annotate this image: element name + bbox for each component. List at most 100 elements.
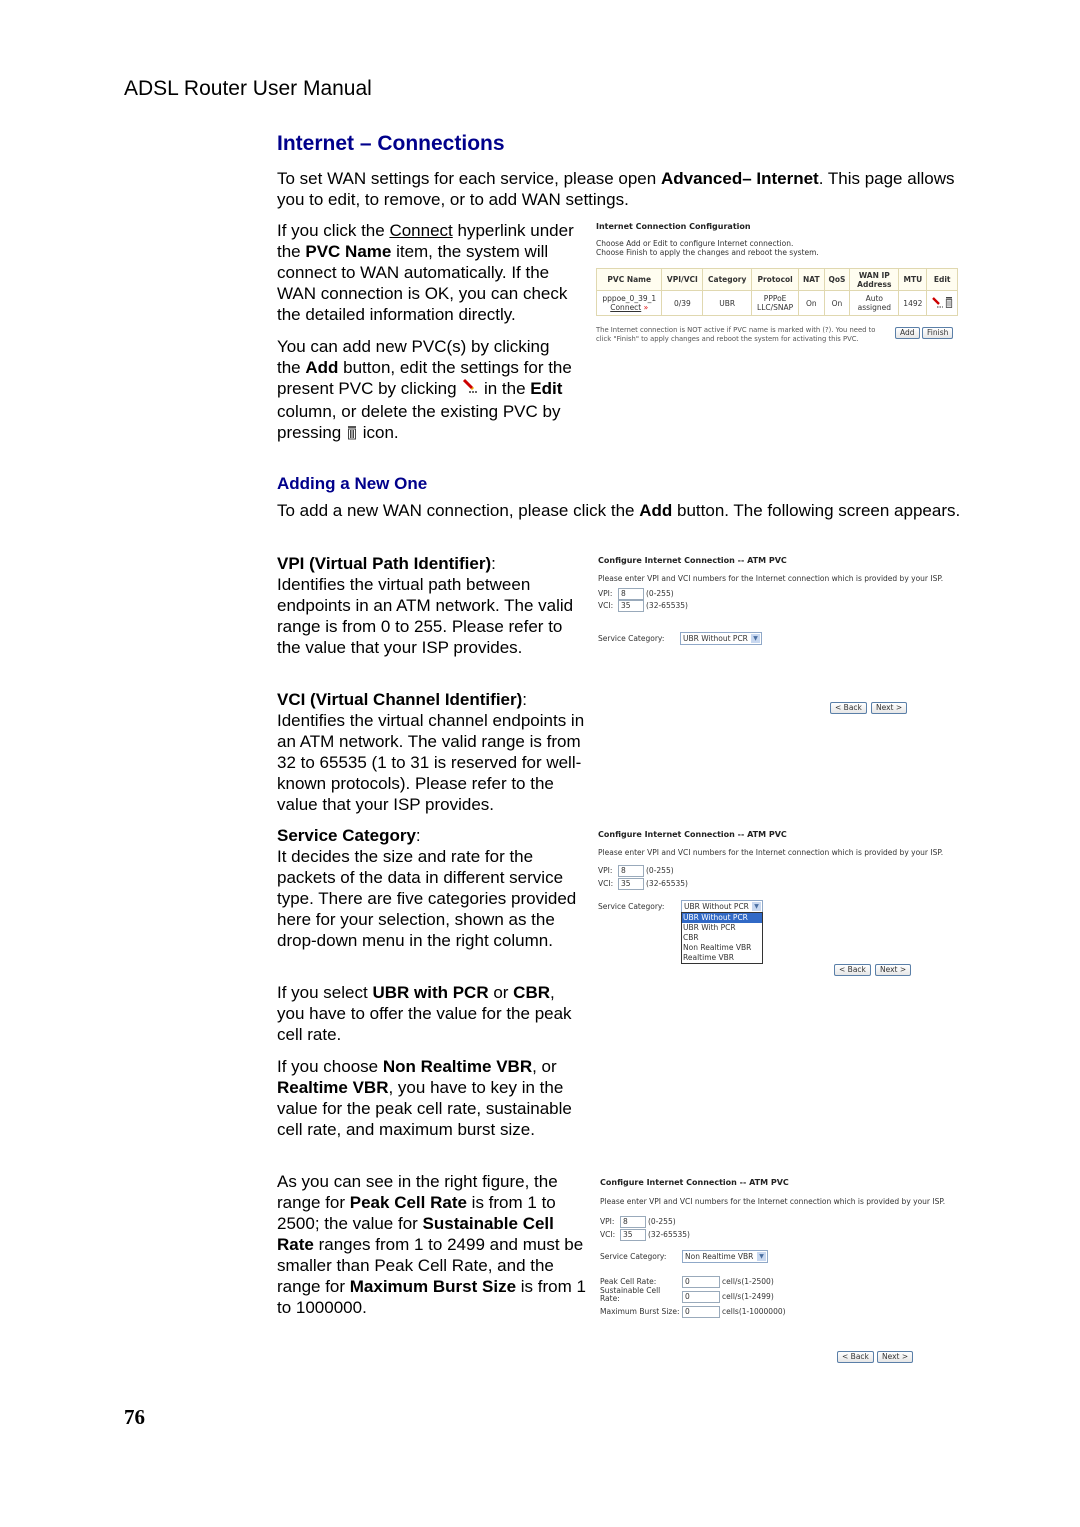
vci-label: VCI: (598, 601, 614, 610)
bold-text: Peak Cell Rate (349, 1193, 467, 1212)
connect-hyperlink-text: Connect (389, 221, 453, 240)
screenshot-atm-pvc-1: Configure Internet Connection -- ATM PVC… (598, 556, 968, 716)
vpi-range: (0-255) (646, 866, 674, 875)
text: If you click the (277, 221, 390, 240)
vci-range: (32-65535) (648, 1230, 690, 1239)
text: column, or delete the existing PVC by pr… (277, 402, 561, 442)
adding-new-paragraph: To add a new WAN connection, please clic… (277, 500, 967, 521)
vpi-range: (0-255) (646, 589, 674, 598)
selected-value: UBR Without PCR (683, 634, 748, 643)
edit-pencil-icon (461, 378, 479, 401)
back-button[interactable]: < Back (830, 702, 867, 714)
selected-value: Non Realtime VBR (685, 1252, 754, 1261)
service-category-heading: Service Category (277, 826, 416, 845)
wan-connections-table: PVC Name VPI/VCI Category Protocol NAT Q… (595, 268, 958, 316)
peak-cell-rate-label: Peak Cell Rate: (600, 1277, 657, 1286)
dropdown-option[interactable]: Realtime VBR (682, 953, 762, 963)
bold-text: Add (305, 358, 339, 377)
service-category-description: It decides the size and rate for the pac… (277, 847, 577, 950)
table-header-row: PVC Name VPI/VCI Category Protocol NAT Q… (595, 268, 958, 291)
vpi-label: VPI: (598, 589, 613, 598)
dropdown-option[interactable]: CBR (682, 933, 762, 943)
service-category-select[interactable]: Non Realtime VBR ▼ (682, 1250, 768, 1263)
atm-title: Configure Internet Connection -- ATM PVC (600, 1178, 789, 1187)
sustainable-cell-rate-input[interactable]: 0 (682, 1291, 720, 1303)
trash-icon[interactable] (945, 296, 953, 310)
atm-title: Configure Internet Connection -- ATM PVC (598, 556, 787, 565)
vpi-label: VPI: (600, 1217, 615, 1226)
back-button[interactable]: < Back (834, 964, 871, 976)
cell-category: UBR (702, 290, 753, 316)
connect-paragraph: If you click the Connect hyperlink under… (277, 220, 592, 325)
peak-cell-rate-unit: cell/s(1-2500) (722, 1277, 774, 1286)
next-button[interactable]: Next > (871, 702, 908, 714)
dropdown-option[interactable]: Non Realtime VBR (682, 943, 762, 953)
vci-label: VCI: (598, 879, 614, 888)
cell-protocol: PPPoE LLC/SNAP (751, 290, 800, 316)
header-qos: QoS (823, 268, 851, 291)
intro-bold: Advanced– Internet (660, 169, 819, 188)
service-category-select[interactable]: UBR Without PCR ▼ (680, 632, 762, 645)
header-category: Category (702, 268, 753, 291)
cell-mtu: 1492 (898, 290, 928, 316)
back-button[interactable]: < Back (837, 1351, 874, 1363)
header-wan-ip: WAN IP Address (849, 268, 900, 291)
vpi-range: (0-255) (648, 1217, 676, 1226)
connect-link[interactable]: Connect (610, 303, 641, 312)
max-burst-size-label: Maximum Burst Size: (600, 1307, 680, 1316)
edit-pencil-icon[interactable] (931, 296, 943, 310)
cell-edit (926, 290, 958, 316)
service-category-label: Service Category: (600, 1252, 667, 1261)
dropdown-option[interactable]: UBR With PCR (682, 923, 762, 933)
trash-icon (346, 424, 358, 445)
service-category-section: Service Category: It decides the size an… (277, 825, 587, 951)
vci-label: VCI: (600, 1230, 616, 1239)
text: To add a new WAN connection, please clic… (277, 501, 640, 520)
next-button[interactable]: Next > (875, 964, 912, 976)
selected-value: UBR Without PCR (684, 902, 749, 911)
vpi-input[interactable]: 8 (618, 588, 644, 600)
bold-text: Edit (530, 379, 563, 398)
pcr-paragraph: If you select UBR with PCR or CBR, you h… (277, 982, 577, 1045)
bold-text: PVC Name (305, 242, 392, 261)
vci-input[interactable]: 35 (620, 1229, 646, 1241)
range-paragraph: As you can see in the right figure, the … (277, 1171, 587, 1318)
finish-button[interactable]: Finish (922, 327, 954, 339)
atm-instruction: Please enter VPI and VCI numbers for the… (598, 574, 944, 583)
vpi-input[interactable]: 8 (620, 1216, 646, 1228)
vci-input[interactable]: 35 (618, 600, 644, 612)
table-row: pppoe_0_39_1 Connect » 0/39 UBR PPPoE LL… (595, 290, 958, 316)
vpi-section: VPI (Virtual Path Identifier): Identifie… (277, 553, 577, 658)
header-edit: Edit (926, 268, 958, 291)
vci-input[interactable]: 35 (618, 878, 644, 890)
screenshot-atm-pvc-dropdown: Configure Internet Connection -- ATM PVC… (598, 830, 968, 980)
cell-pvc-name: pppoe_0_39_1 Connect » (595, 290, 663, 316)
screenshot-internet-connection-config: Internet Connection Configuration Choose… (595, 222, 961, 362)
section-title: Internet – Connections (277, 132, 505, 155)
vci-section: VCI (Virtual Channel Identifier): Identi… (277, 689, 592, 815)
intro-paragraph: To set WAN settings for each service, pl… (277, 168, 977, 210)
cell-qos: On (823, 290, 851, 316)
text: If you choose (277, 1057, 383, 1076)
colon: : (491, 554, 496, 573)
add-button[interactable]: Add (895, 327, 920, 339)
header-pvc-name: PVC Name (595, 268, 663, 291)
header-nat: NAT (798, 268, 825, 291)
max-burst-size-input[interactable]: 0 (682, 1306, 720, 1318)
vci-range: (32-65535) (646, 879, 688, 888)
dropdown-option[interactable]: UBR Without PCR (682, 913, 762, 923)
text: If you select (277, 983, 373, 1002)
peak-cell-rate-input[interactable]: 0 (682, 1276, 720, 1288)
vci-range: (32-65535) (646, 601, 688, 610)
screenshot-atm-pvc-vbr: Configure Internet Connection -- ATM PVC… (600, 1178, 970, 1368)
vci-heading: VCI (Virtual Channel Identifier) (277, 690, 523, 709)
next-button[interactable]: Next > (877, 1351, 914, 1363)
bold-text: Realtime VBR (277, 1078, 389, 1097)
chevron-down-icon: ▼ (752, 902, 761, 911)
text: , or (532, 1057, 557, 1076)
chevron-down-icon: ▼ (751, 634, 760, 643)
vpi-input[interactable]: 8 (618, 865, 644, 877)
cell-vpi-vci: 0/39 (661, 290, 704, 316)
text: icon. (357, 423, 399, 442)
vpi-label: VPI: (598, 866, 613, 875)
